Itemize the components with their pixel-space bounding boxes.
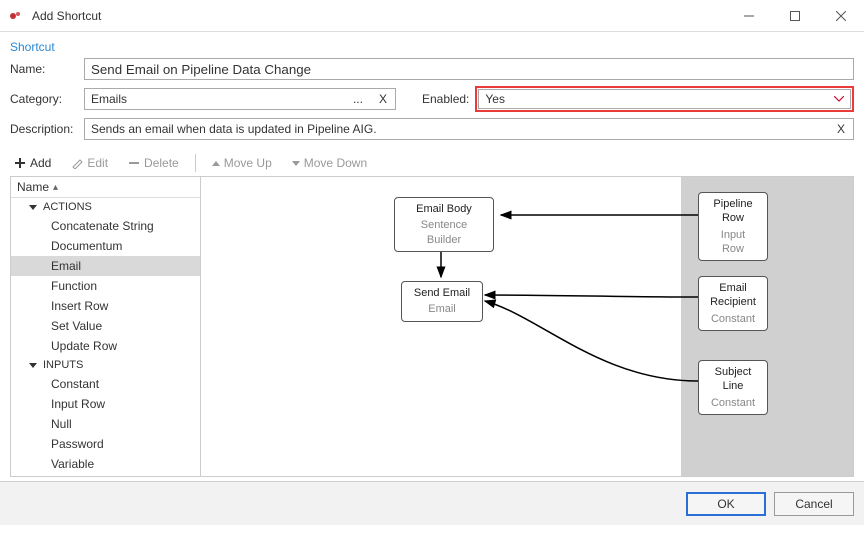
workflow-canvas[interactable]: Email Body Sentence Builder Send Email E… [201, 177, 853, 476]
node-send-email[interactable]: Send Email Email [401, 281, 483, 322]
minimize-button[interactable] [726, 0, 772, 32]
tree-item-variable[interactable]: Variable [11, 454, 200, 474]
footer: OK Cancel [0, 481, 864, 525]
close-button[interactable] [818, 0, 864, 32]
move-up-button[interactable]: Move Up [208, 154, 276, 172]
node-email-recipient[interactable]: Email Recipient Constant [698, 276, 768, 331]
tree-item-function[interactable]: Function [11, 276, 200, 296]
maximize-button[interactable] [772, 0, 818, 32]
tree-header[interactable]: Name ▴ [11, 177, 200, 198]
expand-icon [29, 363, 37, 368]
description-input[interactable]: Sends an email when data is updated in P… [84, 118, 854, 140]
chevron-down-icon [834, 96, 844, 102]
category-clear-button[interactable]: X [371, 89, 395, 109]
tree-item-concatenate-string[interactable]: Concatenate String [11, 216, 200, 236]
node-email-body[interactable]: Email Body Sentence Builder [394, 197, 494, 252]
tree-group-actions[interactable]: ACTIONS [11, 198, 200, 216]
ok-button[interactable]: OK [686, 492, 766, 516]
tree-item-email[interactable]: Email [11, 256, 200, 276]
tree-group-inputs[interactable]: INPUTS [11, 356, 200, 374]
name-label: Name: [10, 62, 78, 76]
node-pipeline-row[interactable]: Pipeline Row Input Row [698, 192, 768, 261]
description-value: Sends an email when data is updated in P… [85, 122, 829, 136]
section-header: Shortcut [10, 40, 854, 54]
description-label: Description: [10, 122, 78, 136]
node-subject-line[interactable]: Subject Line Constant [698, 360, 768, 415]
app-icon [8, 8, 24, 24]
name-input[interactable] [84, 58, 854, 80]
tree-item-constant[interactable]: Constant [11, 374, 200, 394]
expand-icon [29, 205, 37, 210]
titlebar: Add Shortcut [0, 0, 864, 32]
move-down-button[interactable]: Move Down [288, 154, 371, 172]
sort-asc-icon: ▴ [53, 182, 58, 193]
main-area: Name ▴ ACTIONS Concatenate String Docume… [10, 177, 854, 477]
category-value: Emails [85, 92, 345, 106]
category-browse-button[interactable]: ... [345, 89, 371, 109]
add-button[interactable]: Add [10, 154, 55, 172]
cancel-button[interactable]: Cancel [774, 492, 854, 516]
window-title: Add Shortcut [32, 9, 726, 23]
tree-item-password[interactable]: Password [11, 434, 200, 454]
description-clear-button[interactable]: X [829, 119, 853, 139]
tree-item-update-row[interactable]: Update Row [11, 336, 200, 356]
tree-item-insert-row[interactable]: Insert Row [11, 296, 200, 316]
tree-item-null[interactable]: Null [11, 414, 200, 434]
enabled-label: Enabled: [422, 92, 469, 106]
caret-down-icon [292, 161, 300, 166]
edit-button[interactable]: Edit [67, 154, 112, 172]
enabled-select[interactable]: Yes [478, 89, 851, 109]
tree-item-documentum[interactable]: Documentum [11, 236, 200, 256]
tree-item-set-value[interactable]: Set Value [11, 316, 200, 336]
toolbar: Add Edit Delete Move Up Move Down [10, 150, 854, 177]
tree-item-input-row[interactable]: Input Row [11, 394, 200, 414]
enabled-value: Yes [485, 92, 505, 106]
category-picker[interactable]: Emails ... X [84, 88, 396, 110]
toolbar-separator [195, 154, 196, 172]
caret-up-icon [212, 161, 220, 166]
category-label: Category: [10, 92, 78, 106]
delete-button[interactable]: Delete [124, 154, 183, 172]
enabled-highlight: Yes [475, 86, 854, 112]
side-panel: Name ▴ ACTIONS Concatenate String Docume… [11, 177, 201, 476]
